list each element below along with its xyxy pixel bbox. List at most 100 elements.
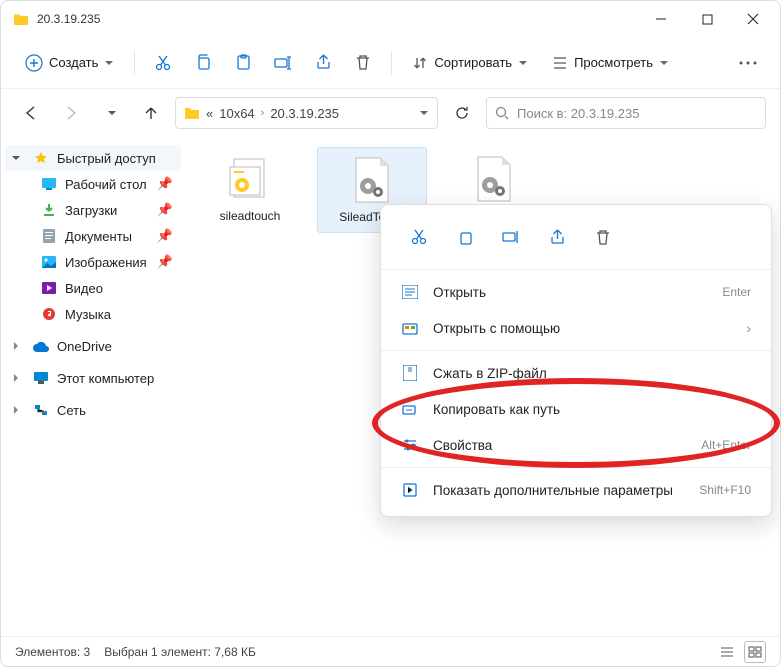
- inf-file-icon: [226, 155, 274, 203]
- sidebar-downloads[interactable]: Загрузки 📌: [5, 197, 181, 223]
- status-selected: Выбран 1 элемент: 7,68 КБ: [104, 645, 256, 659]
- pc-icon: [33, 370, 49, 386]
- sidebar-video[interactable]: Видео: [5, 275, 181, 301]
- sort-label: Сортировать: [434, 55, 512, 70]
- breadcrumb-prefix: «: [206, 106, 213, 121]
- sort-button[interactable]: Сортировать: [402, 49, 538, 77]
- open-icon: [401, 283, 419, 301]
- cloud-icon: [33, 338, 49, 354]
- video-icon: [41, 280, 57, 296]
- ctx-label: Сжать в ZIP-файл: [433, 366, 547, 381]
- close-button[interactable]: [730, 1, 776, 37]
- ctx-label: Открыть с помощью: [433, 321, 560, 336]
- share-icon[interactable]: [539, 219, 575, 255]
- copy-icon[interactable]: [447, 219, 483, 255]
- sidebar-network[interactable]: Сеть: [5, 397, 181, 423]
- ctx-copypath[interactable]: Копировать как путь: [381, 391, 771, 427]
- cut-icon[interactable]: [401, 219, 437, 255]
- window-title: 20.3.19.235: [37, 12, 638, 26]
- nav-row: « 10x64 › 20.3.19.235 Поиск в: 20.3.19.2…: [1, 89, 780, 137]
- delete-icon[interactable]: [585, 219, 621, 255]
- delete-icon[interactable]: [345, 45, 381, 81]
- chevron-right-icon: ›: [747, 321, 752, 336]
- pin-icon: 📌: [157, 254, 173, 270]
- sidebar-thispc[interactable]: Этот компьютер: [5, 365, 181, 391]
- breadcrumb-current[interactable]: 20.3.19.235: [270, 106, 339, 121]
- sidebar-item-label: Музыка: [65, 307, 111, 322]
- copypath-icon: [401, 400, 419, 418]
- sidebar-item-label: Рабочий стол: [65, 177, 147, 192]
- sidebar-item-label: Быстрый доступ: [57, 151, 156, 166]
- ctx-label: Копировать как путь: [433, 402, 560, 417]
- status-count: Элементов: 3: [15, 645, 90, 659]
- up-button[interactable]: [135, 97, 167, 129]
- sidebar-item-label: OneDrive: [57, 339, 112, 354]
- view-label: Просмотреть: [574, 55, 653, 70]
- rename-icon[interactable]: [265, 45, 301, 81]
- forward-button[interactable]: [55, 97, 87, 129]
- chevron-right-icon: [11, 341, 25, 351]
- pin-icon: 📌: [157, 228, 173, 244]
- document-icon: [41, 228, 57, 244]
- properties-icon: [401, 436, 419, 454]
- ctx-openwith[interactable]: Открыть с помощью ›: [381, 310, 771, 346]
- ctx-shortcut: Alt+Enter: [701, 438, 751, 452]
- back-button[interactable]: [15, 97, 47, 129]
- sidebar-item-label: Сеть: [57, 403, 86, 418]
- sidebar-quick-access[interactable]: Быстрый доступ: [5, 145, 181, 171]
- maximize-button[interactable]: [684, 1, 730, 37]
- copy-icon[interactable]: [185, 45, 221, 81]
- titlebar: 20.3.19.235: [1, 1, 780, 37]
- more-icon[interactable]: [730, 45, 766, 81]
- sidebar-onedrive[interactable]: OneDrive: [5, 333, 181, 359]
- status-bar: Элементов: 3 Выбран 1 элемент: 7,68 КБ: [1, 636, 780, 666]
- minimize-button[interactable]: [638, 1, 684, 37]
- ctx-shortcut: Enter: [722, 285, 751, 299]
- folder-icon: [184, 105, 200, 121]
- sys-file-icon: [348, 156, 396, 204]
- ctx-properties[interactable]: Свойства Alt+Enter: [381, 427, 771, 463]
- sidebar-item-label: Документы: [65, 229, 132, 244]
- sys-file-icon: [470, 155, 518, 203]
- sidebar-desktop[interactable]: Рабочий стол 📌: [5, 171, 181, 197]
- recent-button[interactable]: [95, 97, 127, 129]
- breadcrumb-parent[interactable]: 10x64: [219, 106, 254, 121]
- refresh-button[interactable]: [446, 97, 478, 129]
- rename-icon[interactable]: [493, 219, 529, 255]
- sidebar-music[interactable]: Музыка: [5, 301, 181, 327]
- search-placeholder: Поиск в: 20.3.19.235: [517, 106, 639, 121]
- share-icon[interactable]: [305, 45, 341, 81]
- details-view-button[interactable]: [716, 641, 738, 663]
- context-menu: Открыть Enter Открыть с помощью › Сжать …: [380, 204, 772, 517]
- star-icon: [33, 150, 49, 166]
- cut-icon[interactable]: [145, 45, 181, 81]
- create-label: Создать: [49, 55, 98, 70]
- sidebar-item-label: Изображения: [65, 255, 147, 270]
- paste-icon[interactable]: [225, 45, 261, 81]
- address-bar[interactable]: « 10x64 › 20.3.19.235: [175, 97, 438, 129]
- sidebar-item-label: Этот компьютер: [57, 371, 154, 386]
- toolbar: Создать Сортировать Просмотреть: [1, 37, 780, 89]
- sidebar-item-label: Загрузки: [65, 203, 117, 218]
- sidebar: Быстрый доступ Рабочий стол 📌 Загрузки 📌…: [1, 137, 185, 636]
- ctx-more-options[interactable]: Показать дополнительные параметры Shift+…: [381, 472, 771, 508]
- sidebar-images[interactable]: Изображения 📌: [5, 249, 181, 275]
- ctx-open[interactable]: Открыть Enter: [381, 274, 771, 310]
- chevron-down-icon[interactable]: [419, 108, 429, 118]
- ctx-label: Показать дополнительные параметры: [433, 483, 673, 498]
- pin-icon: 📌: [157, 202, 173, 218]
- sidebar-documents[interactable]: Документы 📌: [5, 223, 181, 249]
- file-item[interactable]: sileadtouch: [195, 147, 305, 231]
- icons-view-button[interactable]: [744, 641, 766, 663]
- desktop-icon: [41, 176, 57, 192]
- music-icon: [41, 306, 57, 322]
- search-input[interactable]: Поиск в: 20.3.19.235: [486, 97, 766, 129]
- create-button[interactable]: Создать: [15, 48, 124, 78]
- zip-icon: [401, 364, 419, 382]
- view-button[interactable]: Просмотреть: [542, 49, 679, 77]
- ctx-label: Открыть: [433, 285, 486, 300]
- download-icon: [41, 202, 57, 218]
- chevron-right-icon: [11, 373, 25, 383]
- folder-icon: [13, 11, 29, 27]
- ctx-zip[interactable]: Сжать в ZIP-файл: [381, 355, 771, 391]
